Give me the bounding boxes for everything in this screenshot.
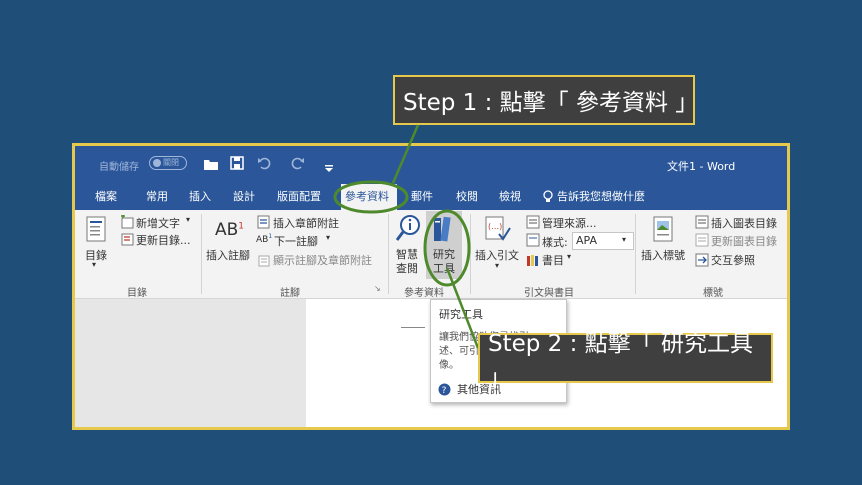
- window-title: 文件1 - Word: [667, 160, 736, 173]
- next-footnote-icon: AB1: [256, 233, 273, 245]
- footnotes-dialog-launcher-icon[interactable]: ↘: [374, 284, 381, 293]
- undo-icon[interactable]: [257, 155, 273, 174]
- researcher-books-icon: [432, 215, 456, 247]
- insert-endnote-button[interactable]: 插入章節附註: [273, 215, 339, 231]
- add-text-button[interactable]: 新增文字: [136, 215, 180, 231]
- footnotes-group-label: 註腳: [280, 288, 300, 299]
- tab-design[interactable]: 設計: [233, 188, 255, 204]
- insert-footnote-button[interactable]: 插入註腳: [206, 247, 250, 263]
- autosave-state: 關閉: [163, 158, 179, 167]
- manage-sources-icon: [526, 214, 540, 233]
- svg-text:?: ?: [442, 386, 447, 396]
- ribbon-panel: 目錄 ▾ 新增文字 ▾ 更新目錄... 目錄 AB1 插入註腳 插入章節附註 A…: [75, 210, 787, 299]
- manage-sources-button[interactable]: 管理來源...: [542, 215, 597, 231]
- step2-text: Step 2 : 點擊「 研究工具 」: [488, 331, 753, 391]
- group-divider: [201, 214, 202, 294]
- cross-reference-button[interactable]: 交互參照: [711, 252, 755, 268]
- tooltip-description-2: 述、可引: [439, 346, 479, 357]
- group-divider: [470, 214, 471, 294]
- toc-dropdown-arrow[interactable]: ▾: [92, 260, 96, 269]
- help-icon: ?: [438, 381, 451, 400]
- cross-reference-icon: [695, 252, 709, 271]
- next-footnote-arrow[interactable]: ▾: [326, 233, 330, 242]
- title-bar: 自動儲存 關閉 文件1 - Word: [75, 146, 787, 182]
- table-of-contents-icon[interactable]: [86, 216, 106, 246]
- autosave-label: 自動儲存: [99, 162, 139, 173]
- bibliography-arrow[interactable]: ▾: [567, 252, 571, 261]
- insert-citation-icon[interactable]: (…): [485, 216, 511, 246]
- group-divider: [388, 214, 389, 294]
- ribbon-tabs: 檔案 常用 插入 設計 版面配置 參考資料 郵件 校閱 檢視 告訴我您想做什麼: [75, 182, 787, 210]
- insert-table-of-figures-icon: [695, 214, 709, 233]
- page-margin-mark: [401, 327, 425, 328]
- show-notes-button[interactable]: 顯示註腳及章節附註: [273, 252, 372, 268]
- show-notes-icon: [258, 252, 270, 271]
- citations-group-label: 引文與書目: [524, 288, 574, 299]
- bibliography-icon: [526, 252, 540, 271]
- smart-lookup-label-2[interactable]: 查閱: [396, 260, 418, 276]
- smart-lookup-icon[interactable]: [395, 214, 422, 246]
- step1-callout: Step 1 : 點擊「 參考資料 」: [393, 75, 699, 125]
- insert-citation-arrow[interactable]: ▾: [495, 261, 499, 270]
- insert-footnote-icon[interactable]: AB1: [215, 220, 244, 240]
- style-select-arrow: ▾: [622, 235, 627, 244]
- tab-references[interactable]: 參考資料: [345, 188, 389, 204]
- svg-text:(…): (…): [488, 222, 502, 231]
- insert-caption-icon[interactable]: [653, 216, 673, 246]
- style-select[interactable]: APA ▾: [572, 232, 634, 250]
- group-divider: [635, 214, 636, 294]
- lightbulb-icon: [543, 189, 553, 208]
- tooltip-description-3: 像。: [439, 360, 459, 371]
- tab-home[interactable]: 常用: [146, 188, 168, 204]
- tab-layout[interactable]: 版面配置: [277, 188, 321, 204]
- captions-group-label: 標號: [703, 288, 723, 299]
- tab-view[interactable]: 檢視: [499, 188, 521, 204]
- bibliography-button[interactable]: 書目: [542, 252, 564, 268]
- research-group-label: 參考資料: [404, 288, 444, 299]
- style-select-value: APA: [576, 234, 597, 247]
- researcher-label-2[interactable]: 工具: [433, 260, 455, 276]
- insert-caption-button[interactable]: 插入標號: [641, 247, 685, 263]
- step2-callout: Step 2 : 點擊「 研究工具 」: [478, 331, 773, 391]
- next-footnote-button[interactable]: 下一註腳: [274, 233, 318, 249]
- redo-icon[interactable]: [291, 155, 305, 174]
- toc-group-label: 目錄: [127, 288, 147, 299]
- update-table-of-figures-icon: [695, 232, 709, 251]
- autosave-toggle[interactable]: 關閉: [149, 156, 187, 170]
- open-folder-icon[interactable]: [203, 156, 219, 175]
- insert-endnote-icon: [257, 214, 271, 233]
- add-text-arrow[interactable]: ▾: [186, 215, 190, 224]
- update-table-button[interactable]: 更新目錄...: [136, 232, 191, 248]
- save-icon[interactable]: [230, 155, 244, 174]
- tell-me-box[interactable]: 告訴我您想做什麼: [557, 188, 645, 204]
- update-table-icon: [120, 231, 134, 250]
- tooltip-title: 研究工具: [439, 308, 483, 321]
- tab-file[interactable]: 檔案: [95, 188, 117, 204]
- update-table-of-figures-button[interactable]: 更新圖表目錄: [711, 233, 777, 249]
- style-icon: [526, 232, 540, 251]
- insert-table-of-figures-button[interactable]: 插入圖表目錄: [711, 215, 777, 231]
- tab-insert[interactable]: 插入: [189, 188, 211, 204]
- customize-toolbar-icon[interactable]: [325, 158, 333, 177]
- tab-review[interactable]: 校閱: [456, 188, 478, 204]
- tab-mailings[interactable]: 郵件: [411, 188, 433, 204]
- step1-text: Step 1 : 點擊「 參考資料 」: [403, 90, 699, 116]
- style-label: 樣式:: [542, 236, 568, 249]
